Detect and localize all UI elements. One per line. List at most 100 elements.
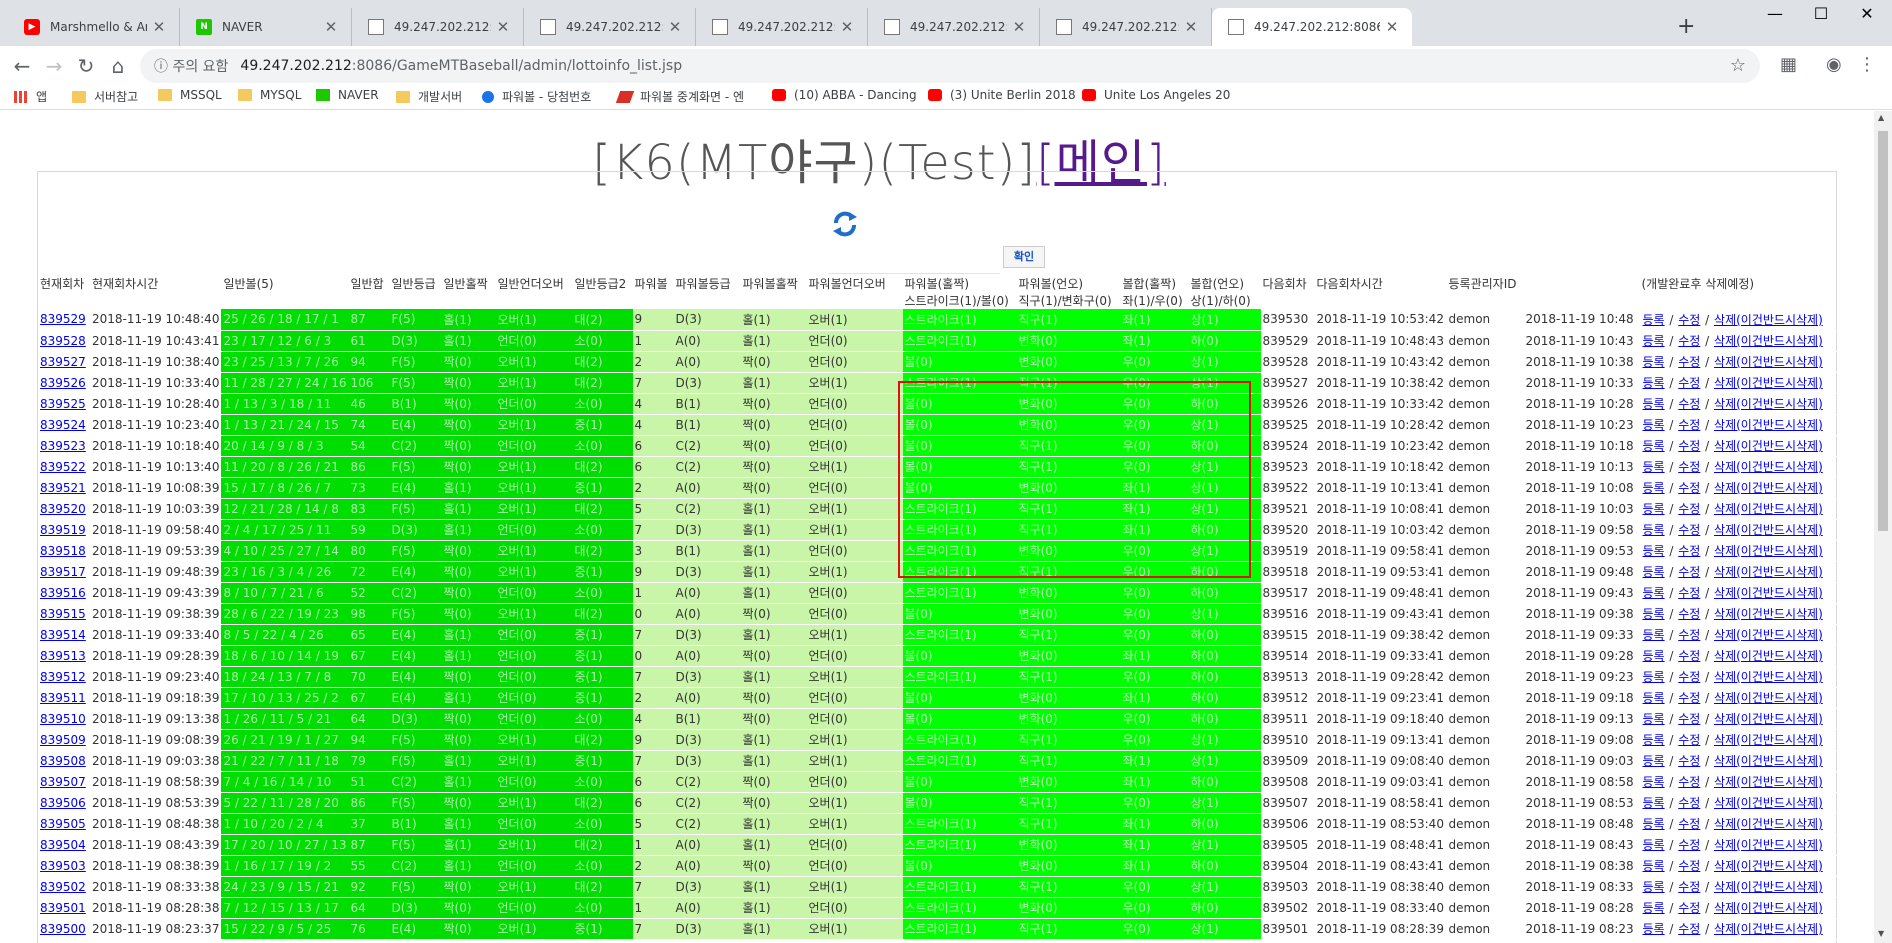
home-icon[interactable]: ⌂ [106,54,130,78]
edit-link[interactable]: 수정 [1678,544,1700,558]
edit-link[interactable]: 수정 [1678,397,1700,411]
round-link[interactable]: 839505 [40,817,86,831]
round-link[interactable]: 839514 [40,628,86,642]
edit-link[interactable]: 수정 [1678,355,1700,369]
maximize-icon[interactable]: ☐ [1798,4,1844,23]
tab-close-icon[interactable]: ✕ [319,18,343,36]
register-link[interactable]: 등록 [1643,376,1665,390]
edit-link[interactable]: 수정 [1678,775,1700,789]
minimize-icon[interactable]: — [1752,4,1798,23]
register-link[interactable]: 등록 [1643,355,1665,369]
register-link[interactable]: 등록 [1643,628,1665,642]
confirm-button[interactable]: 확인 [1003,246,1045,268]
round-link[interactable]: 839510 [40,712,86,726]
edit-link[interactable]: 수정 [1678,712,1700,726]
register-link[interactable]: 등록 [1643,586,1665,600]
tab-close-icon[interactable]: ✕ [491,18,515,36]
edit-link[interactable]: 수정 [1678,481,1700,495]
round-link[interactable]: 839500 [40,922,86,936]
bookmark-item[interactable]: Unite Los Angeles 20 [1082,88,1230,102]
edit-link[interactable]: 수정 [1678,754,1700,768]
register-link[interactable]: 등록 [1643,733,1665,747]
edit-link[interactable]: 수정 [1678,523,1700,537]
delete-link[interactable]: 삭제(이건반드시삭제) [1714,523,1823,537]
register-link[interactable]: 등록 [1643,523,1665,537]
close-window-icon[interactable]: ✕ [1844,4,1890,23]
edit-link[interactable]: 수정 [1678,922,1700,936]
scroll-down-icon[interactable]: ▼ [1878,929,1884,938]
tab-close-icon[interactable]: ✕ [147,18,171,36]
delete-link[interactable]: 삭제(이건반드시삭제) [1714,838,1823,852]
register-link[interactable]: 등록 [1643,397,1665,411]
browser-tab[interactable]: N NAVER ✕ [180,8,352,46]
bookmark-item[interactable]: (3) Unite Berlin 2018 [928,88,1076,102]
tab-close-icon[interactable]: ✕ [1380,18,1404,36]
delete-link[interactable]: 삭제(이건반드시삭제) [1714,817,1823,831]
round-link[interactable]: 839528 [40,334,86,348]
forward-icon[interactable]: → [42,54,66,78]
security-warning[interactable]: ⓘ 주의 요함 [154,56,228,76]
register-link[interactable]: 등록 [1643,649,1665,663]
tab-close-icon[interactable]: ✕ [1007,18,1031,36]
edit-link[interactable]: 수정 [1678,817,1700,831]
round-link[interactable]: 839525 [40,397,86,411]
edit-link[interactable]: 수정 [1678,649,1700,663]
edit-link[interactable]: 수정 [1678,418,1700,432]
bookmark-star-icon[interactable]: ☆ [1730,55,1746,76]
delete-link[interactable]: 삭제(이건반드시삭제) [1714,901,1823,915]
edit-link[interactable]: 수정 [1678,901,1700,915]
round-link[interactable]: 839517 [40,565,86,579]
register-link[interactable]: 등록 [1643,439,1665,453]
scrollbar-thumb[interactable] [1878,131,1888,531]
round-link[interactable]: 839507 [40,775,86,789]
edit-link[interactable]: 수정 [1678,628,1700,642]
delete-link[interactable]: 삭제(이건반드시삭제) [1714,439,1823,453]
register-link[interactable]: 등록 [1643,481,1665,495]
delete-link[interactable]: 삭제(이건반드시삭제) [1714,397,1823,411]
round-link[interactable]: 839501 [40,901,86,915]
browser-tab[interactable]: 49.247.202.212:8086/GameM✕ [1040,8,1212,46]
delete-link[interactable]: 삭제(이건반드시삭제) [1714,733,1823,747]
register-link[interactable]: 등록 [1643,691,1665,705]
tab-close-icon[interactable]: ✕ [1179,18,1203,36]
register-link[interactable]: 등록 [1643,607,1665,621]
round-link[interactable]: 839509 [40,733,86,747]
register-link[interactable]: 등록 [1643,754,1665,768]
round-link[interactable]: 839513 [40,649,86,663]
register-link[interactable]: 등록 [1643,460,1665,474]
delete-link[interactable]: 삭제(이건반드시삭제) [1714,691,1823,705]
round-link[interactable]: 839527 [40,355,86,369]
edit-link[interactable]: 수정 [1678,796,1700,810]
address-bar[interactable]: ⓘ 주의 요함 49.247.202.212:8086/GameMTBaseba… [140,49,1760,83]
delete-link[interactable]: 삭제(이건반드시삭제) [1714,712,1823,726]
edit-link[interactable]: 수정 [1678,586,1700,600]
edit-link[interactable]: 수정 [1678,502,1700,516]
edit-link[interactable]: 수정 [1678,691,1700,705]
bookmark-item[interactable]: 서버참고 [72,88,138,105]
delete-link[interactable]: 삭제(이건반드시삭제) [1714,586,1823,600]
delete-link[interactable]: 삭제(이건반드시삭제) [1714,502,1823,516]
browser-tab[interactable]: 49.247.202.212:8086/GameM✕ [524,8,696,46]
browser-tab[interactable]: ▶ Marshmello & Anne-Marie✕ [8,8,180,46]
bookmark-item[interactable]: MYSQL [238,88,301,102]
bookmark-item[interactable]: 앱 [14,88,47,105]
edit-link[interactable]: 수정 [1678,376,1700,390]
delete-link[interactable]: 삭제(이건반드시삭제) [1714,670,1823,684]
edit-link[interactable]: 수정 [1678,859,1700,873]
delete-link[interactable]: 삭제(이건반드시삭제) [1714,544,1823,558]
register-link[interactable]: 등록 [1643,796,1665,810]
delete-link[interactable]: 삭제(이건반드시삭제) [1714,754,1823,768]
edit-link[interactable]: 수정 [1678,334,1700,348]
profile-icon[interactable]: ◉ [1826,54,1842,75]
round-link[interactable]: 839502 [40,880,86,894]
bookmark-item[interactable]: 파워볼 중계화면 - 엔 [615,88,744,105]
bookmark-item[interactable]: 파워볼 - 당첨번호 [482,88,591,105]
search-input[interactable] [828,252,1000,274]
browser-tab[interactable]: 49.247.202.212:8086/GameM✕ [352,8,524,46]
browser-tab[interactable]: 49.247.202.212:8086/GameM✕ [1212,8,1412,46]
browser-tab[interactable]: 49.247.202.212:8086/GameM✕ [868,8,1040,46]
round-link[interactable]: 839516 [40,586,86,600]
round-link[interactable]: 839519 [40,523,86,537]
register-link[interactable]: 등록 [1643,313,1665,327]
register-link[interactable]: 등록 [1643,922,1665,936]
